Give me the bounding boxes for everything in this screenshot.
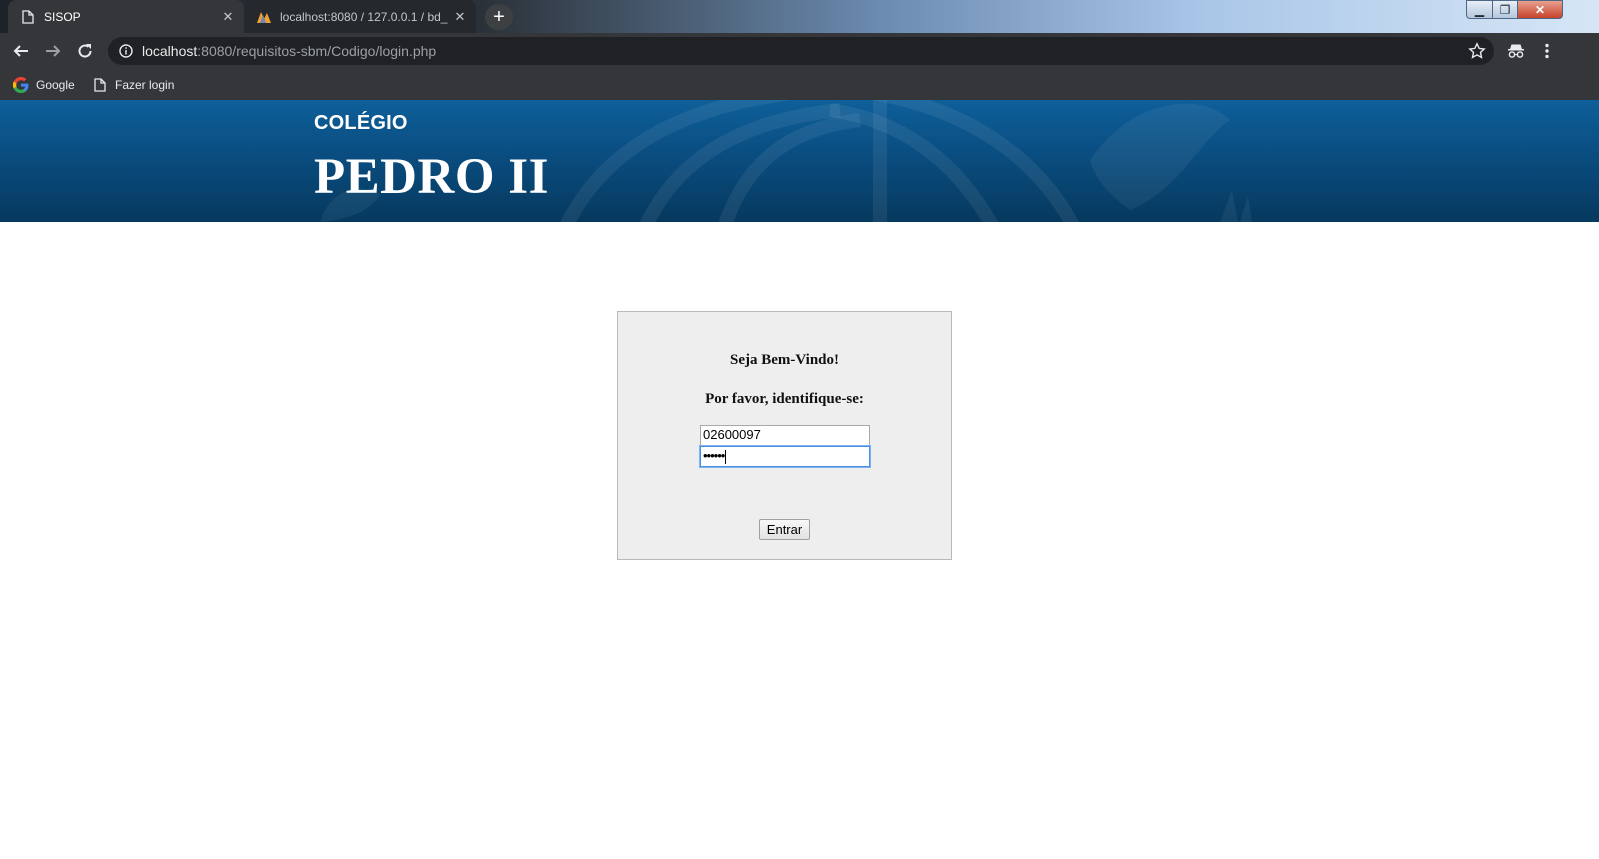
url-host: localhost [142,43,198,59]
bookmark-label: Google [36,78,75,92]
tab-title: localhost:8080 / 127.0.0.1 / bd_s [280,9,448,24]
bookmark-fazer-login[interactable]: Fazer login [92,74,174,96]
password-input[interactable]: •••••• [700,446,870,467]
brand-title: PEDRO II [314,149,549,205]
close-tab-icon[interactable]: ✕ [448,5,472,29]
login-panel: Seja Bem-Vindo! Por favor, identifique-s… [617,311,952,560]
page-icon [20,9,36,25]
menu-kebab-icon[interactable] [1537,41,1557,61]
google-icon [13,77,29,93]
brand-subtitle: COLÉGIO [314,112,408,134]
back-button[interactable] [7,37,35,65]
url-path: :8080/requisitos-sbm/Codigo/login.php [197,43,437,59]
incognito-icon[interactable] [1506,41,1526,61]
forward-button[interactable] [39,37,67,65]
address-bar[interactable]: localhost:8080/requisitos-sbm/Codigo/log… [108,37,1494,65]
minimize-window-button[interactable]: ▁ [1466,0,1493,19]
tab-sisop[interactable]: SISOP ✕ [8,0,244,33]
text-caret [725,449,727,464]
page-icon [92,77,108,93]
site-info-icon[interactable] [118,43,134,59]
reload-icon [78,44,92,58]
close-tab-icon[interactable]: ✕ [216,5,240,29]
bookmark-label: Fazer login [115,78,175,92]
reload-button[interactable] [71,37,99,65]
tab-phpmyadmin[interactable]: localhost:8080 / 127.0.0.1 / bd_s ✕ [246,0,476,33]
tab-title: SISOP [44,9,81,24]
password-mask: •••••• [703,448,725,463]
login-submit-button[interactable]: Entrar [759,519,810,540]
banner-decoration [320,100,1252,222]
username-input[interactable]: 02600097 [700,425,870,446]
restore-window-button[interactable]: ❐ [1492,0,1518,19]
bookmarks-bar: Google Fazer login [0,69,1599,100]
site-header-banner: COLÉGIO PEDRO II [0,100,1599,222]
close-window-button[interactable]: ✕ [1517,0,1563,19]
browser-toolbar: localhost:8080/requisitos-sbm/Codigo/log… [0,33,1599,69]
identify-prompt: Por favor, identifique-se: [705,391,864,407]
bookmark-star-icon[interactable] [1468,42,1486,60]
arrow-left-icon [13,45,28,57]
bookmark-google[interactable]: Google [13,74,75,96]
username-value: 02600097 [703,427,761,442]
browser-tab-strip: SISOP ✕ localhost:8080 / 127.0.0.1 / bd_… [0,0,1599,33]
welcome-heading: Seja Bem-Vindo! [729,352,840,368]
phpmyadmin-icon [256,9,272,25]
arrow-right-icon [46,45,61,57]
new-tab-button[interactable]: + [485,4,513,30]
